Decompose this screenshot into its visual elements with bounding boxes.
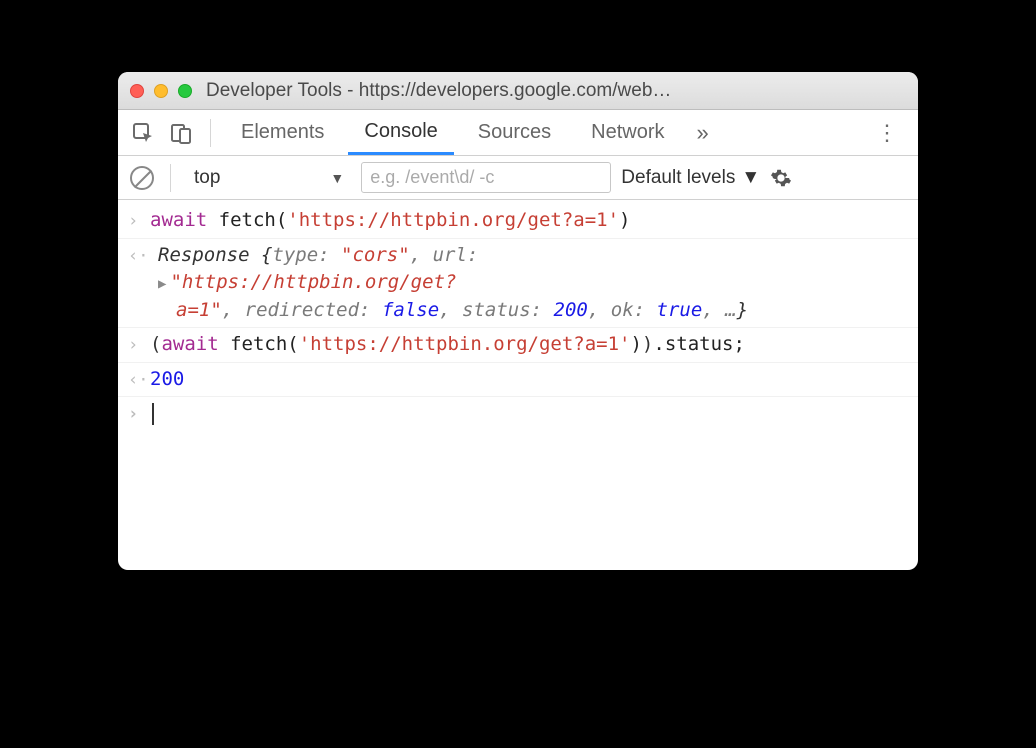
- paren: (: [150, 333, 161, 355]
- dropdown-caret-icon: ▼: [741, 167, 760, 189]
- close-window-button[interactable]: [130, 84, 144, 98]
- comma: ,: [410, 244, 433, 266]
- maximize-window-button[interactable]: [178, 84, 192, 98]
- return-icon: ‹·: [128, 242, 150, 269]
- console-result-row: ‹· 200: [118, 363, 918, 398]
- console-filterbar: top ▼ Default levels ▼: [118, 156, 918, 200]
- devtools-window: Developer Tools - https://developers.goo…: [118, 72, 918, 570]
- active-prompt-icon: ›: [128, 400, 150, 427]
- code-string: 'https://httpbin.org/get?a=1': [287, 209, 619, 231]
- log-levels-selector[interactable]: Default levels ▼: [621, 167, 760, 189]
- prop-value: 200: [554, 299, 588, 321]
- console-output[interactable]: › await fetch('https://httpbin.org/get?a…: [118, 200, 918, 570]
- ellipsis: , …: [702, 299, 736, 321]
- tab-sources[interactable]: Sources: [462, 110, 567, 155]
- dropdown-caret-icon: ▼: [330, 170, 344, 186]
- brace: {: [261, 244, 272, 266]
- tab-network[interactable]: Network: [575, 110, 680, 155]
- comma: ,: [588, 299, 611, 321]
- paren: ): [642, 333, 653, 355]
- object-name: Response: [158, 244, 261, 266]
- inspect-element-icon[interactable]: [128, 118, 158, 148]
- console-input-row: › (await fetch('https://httpbin.org/get?…: [118, 328, 918, 363]
- prop-name: url:: [433, 244, 479, 266]
- prop-value: true: [657, 299, 703, 321]
- console-input[interactable]: [150, 400, 906, 428]
- code-string: 'https://httpbin.org/get?a=1': [299, 333, 631, 355]
- console-settings-icon[interactable]: [770, 167, 792, 189]
- comma: ,: [222, 299, 245, 321]
- prop-name: status:: [462, 299, 554, 321]
- device-toolbar-icon[interactable]: [166, 118, 196, 148]
- devtools-tabbar: Elements Console Sources Network » ⋮: [118, 110, 918, 156]
- console-result-row: ‹· Response {type: "cors", url: ▶"https:…: [118, 239, 918, 329]
- divider: [170, 164, 171, 192]
- text-cursor: [152, 403, 154, 425]
- console-input-row: › await fetch('https://httpbin.org/get?a…: [118, 204, 918, 239]
- code-text: ): [630, 333, 641, 355]
- code-keyword: await: [161, 333, 218, 355]
- settings-menu-button[interactable]: ⋮: [868, 120, 908, 146]
- prop-value: "https://httpbin.org/get?: [170, 271, 456, 293]
- prop-name: ok:: [611, 299, 657, 321]
- window-title: Developer Tools - https://developers.goo…: [206, 80, 671, 102]
- prop-name: redirected:: [245, 299, 382, 321]
- console-filter-input[interactable]: [361, 162, 611, 193]
- code-text: fetch(: [207, 209, 287, 231]
- clear-console-icon[interactable]: [130, 166, 154, 190]
- window-titlebar[interactable]: Developer Tools - https://developers.goo…: [118, 72, 918, 110]
- context-selector[interactable]: top ▼: [187, 164, 351, 192]
- return-icon: ‹·: [128, 366, 150, 393]
- levels-label: Default levels: [621, 167, 735, 189]
- console-result[interactable]: 200: [150, 366, 906, 394]
- console-prompt-row[interactable]: ›: [118, 397, 918, 431]
- console-entry[interactable]: await fetch('https://httpbin.org/get?a=1…: [150, 207, 906, 235]
- console-entry[interactable]: (await fetch('https://httpbin.org/get?a=…: [150, 331, 906, 359]
- tab-console[interactable]: Console: [348, 110, 453, 155]
- code-text: fetch(: [219, 333, 299, 355]
- tab-elements[interactable]: Elements: [225, 110, 340, 155]
- expand-triangle-icon[interactable]: ▶: [158, 276, 170, 292]
- traffic-lights: [130, 84, 192, 98]
- prop-value: a=1": [176, 299, 222, 321]
- divider: [210, 119, 211, 147]
- context-value: top: [194, 167, 220, 189]
- prop-value: "cors": [341, 244, 410, 266]
- code-text: .status;: [653, 333, 745, 355]
- comma: ,: [439, 299, 462, 321]
- prompt-icon: ›: [128, 207, 150, 234]
- console-result[interactable]: Response {type: "cors", url: ▶"https://h…: [150, 242, 906, 325]
- prop-value: false: [382, 299, 439, 321]
- more-tabs-button[interactable]: »: [689, 120, 717, 146]
- code-keyword: await: [150, 209, 207, 231]
- brace: }: [737, 299, 748, 321]
- prompt-icon: ›: [128, 331, 150, 358]
- prop-name: type:: [272, 244, 341, 266]
- result-number: 200: [150, 368, 184, 390]
- code-text: ): [619, 209, 630, 231]
- minimize-window-button[interactable]: [154, 84, 168, 98]
